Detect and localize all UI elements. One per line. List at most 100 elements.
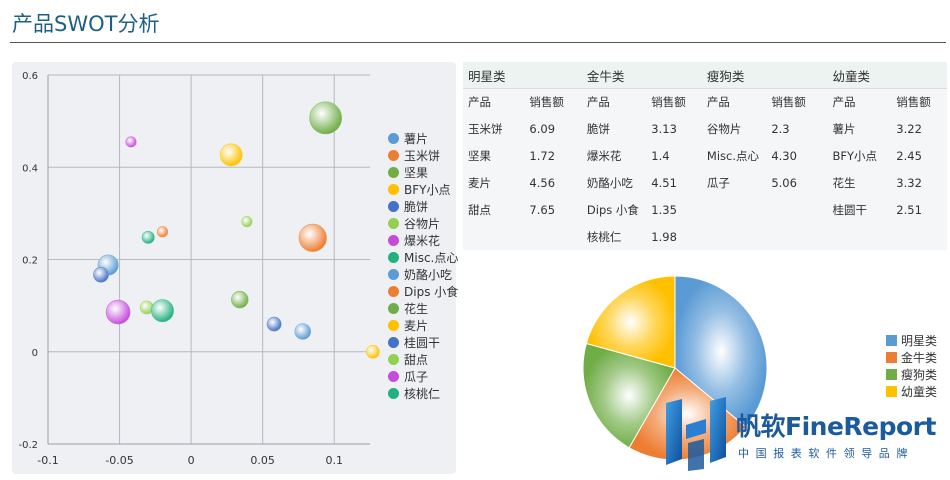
legend-swatch [388, 201, 399, 212]
bubble-chart-panel: -0.1 -0.05 0 0.05 0.1 0.6 0.4 0.2 0 -0.2 薯片 玉米饼 坚果 B… [12, 62, 458, 474]
column-header: 产品 [827, 88, 892, 115]
table-cell-product: 桂圆干 [827, 196, 892, 223]
legend-item[interactable]: 脆饼 [388, 198, 458, 215]
legend-item[interactable]: BFY小点 [388, 181, 458, 198]
table-cell-sales: 2.3 [766, 115, 828, 142]
legend-item[interactable]: 玉米饼 [388, 147, 458, 164]
bubble-point[interactable] [156, 226, 169, 238]
legend-swatch [388, 184, 399, 195]
legend-swatch [388, 303, 399, 314]
group-header-spacer [766, 62, 828, 89]
legend-item[interactable]: Dips 小食 [388, 283, 458, 300]
bubble-point[interactable] [309, 101, 342, 135]
legend-label: BFY小点 [404, 183, 451, 197]
table-cell-sales: 7.65 [524, 196, 582, 223]
legend-label: Misc.点心 [404, 251, 459, 265]
legend-label: 薯片 [404, 132, 429, 146]
table-cell-sales: 5.06 [766, 169, 828, 196]
bubble-point[interactable] [241, 216, 253, 228]
group-header: 金牛类 [581, 62, 647, 89]
x-tick-label: 0.1 [325, 454, 343, 467]
table-cell-product: 脆饼 [581, 115, 647, 142]
table-cell-sales [766, 196, 828, 223]
bubble-point[interactable] [298, 223, 327, 252]
bubble-point[interactable] [151, 299, 174, 323]
legend-item[interactable]: 花生 [388, 300, 458, 317]
legend-swatch [388, 235, 399, 246]
table-cell-sales: 1.72 [524, 142, 582, 169]
table-cell-sales: 1.98 [646, 223, 702, 250]
x-tick-label: 0.05 [250, 454, 275, 467]
table-cell-product: 瓜子 [701, 169, 767, 196]
table-cell-sales [891, 223, 947, 250]
pie-legend-swatch [886, 352, 897, 363]
table-cell-product: 花生 [827, 169, 892, 196]
table-cell-sales: 2.51 [891, 196, 947, 223]
table-column-header-row: 产品 销售额 产品 销售额 产品 销售额 产品 销售额 [463, 88, 947, 115]
table-cell-product [701, 196, 767, 223]
table-cell-product: 奶酪小吃 [581, 169, 647, 196]
legend-item[interactable]: 核桃仁 [388, 385, 458, 402]
group-header: 明星类 [463, 62, 525, 89]
bubble-point[interactable] [93, 266, 109, 283]
legend-swatch [388, 150, 399, 161]
bubble-point[interactable] [231, 290, 249, 309]
pie-legend-item[interactable]: 明星类 [886, 332, 937, 349]
table-cell-sales: 3.22 [891, 115, 947, 142]
table-cell-sales: 3.32 [891, 169, 947, 196]
x-tick-label: 0 [188, 454, 195, 467]
legend-item[interactable]: 甜点 [388, 351, 458, 368]
bubble-point[interactable] [266, 316, 282, 332]
legend-item[interactable]: 薯片 [388, 130, 458, 147]
bubble-point[interactable] [219, 143, 243, 167]
legend-item[interactable]: 桂圆干 [388, 334, 458, 351]
pie-legend-item[interactable]: 金牛类 [886, 349, 937, 366]
legend-item[interactable]: 麦片 [388, 317, 458, 334]
legend-item[interactable]: Misc.点心 [388, 249, 458, 266]
group-header: 瘦狗类 [701, 62, 767, 89]
table-cell-product: Misc.点心 [701, 142, 767, 169]
table-cell-sales: 4.51 [646, 169, 702, 196]
y-tick-label: 0.2 [22, 256, 38, 267]
legend-label: Dips 小食 [404, 285, 459, 299]
bubble-point[interactable] [294, 323, 311, 340]
column-header: 销售额 [891, 88, 947, 115]
column-header: 产品 [463, 88, 525, 115]
table-cell-sales: 1.35 [646, 196, 702, 223]
legend-item[interactable]: 坚果 [388, 164, 458, 181]
legend-item[interactable]: 奶酪小吃 [388, 266, 458, 283]
legend-swatch [388, 371, 399, 382]
table-cell-product [701, 223, 767, 250]
pie-legend-swatch [886, 369, 897, 380]
column-header: 销售额 [646, 88, 702, 115]
table-row: 玉米饼 6.09 脆饼 3.13 谷物片 2.3 薯片 3.22 [463, 115, 947, 142]
bubble-point[interactable] [105, 299, 131, 325]
table-cell-sales: 4.30 [766, 142, 828, 169]
legend-item[interactable]: 瓜子 [388, 368, 458, 385]
table-cell-sales [524, 223, 582, 250]
legend-label: 玉米饼 [404, 149, 441, 163]
column-header: 产品 [581, 88, 647, 115]
pie-legend-item[interactable]: 瘦狗类 [886, 366, 937, 383]
table-cell-product: 麦片 [463, 169, 525, 196]
group-header: 幼童类 [827, 62, 892, 89]
legend-label: 甜点 [404, 353, 429, 367]
x-tick-label: -0.05 [105, 454, 133, 467]
legend-swatch [388, 286, 399, 297]
bubble-point[interactable] [141, 230, 155, 244]
group-header-spacer [646, 62, 702, 89]
pie-legend-label: 明星类 [901, 334, 938, 348]
bubble-point[interactable] [125, 136, 137, 148]
legend-swatch [388, 218, 399, 229]
legend-label: 瓜子 [404, 370, 429, 384]
table-cell-product: 薯片 [827, 115, 892, 142]
legend-item[interactable]: 谷物片 [388, 215, 458, 232]
legend-swatch [388, 269, 399, 280]
table-cell-product: Dips 小食 [581, 196, 647, 223]
table-cell-product: 玉米饼 [463, 115, 525, 142]
bubble-point[interactable] [365, 344, 380, 359]
legend-item[interactable]: 爆米花 [388, 232, 458, 249]
legend-swatch [388, 252, 399, 263]
table-cell-product: 谷物片 [701, 115, 767, 142]
table-cell-product [827, 223, 892, 250]
